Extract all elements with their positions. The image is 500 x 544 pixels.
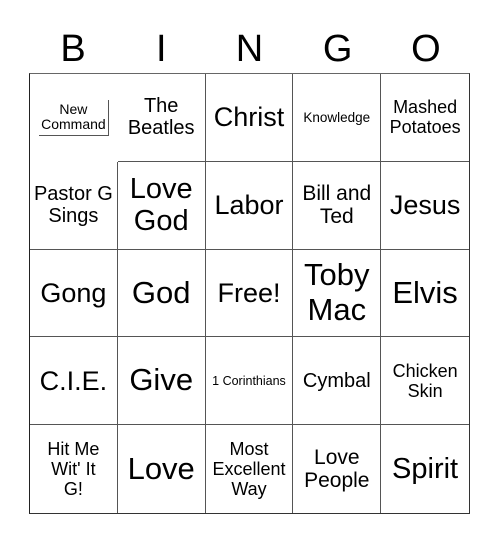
- bingo-cell[interactable]: Gong: [30, 249, 118, 338]
- bingo-cell[interactable]: Give: [117, 337, 206, 426]
- bingo-cell[interactable]: Elvis: [381, 250, 469, 338]
- bingo-cell[interactable]: Cymbal: [293, 337, 382, 426]
- bingo-cell[interactable]: Jesus: [381, 162, 469, 250]
- header-letter-o: O: [411, 28, 441, 70]
- bingo-cell[interactable]: Chicken Skin: [381, 337, 469, 426]
- bingo-cell[interactable]: Christ: [205, 74, 294, 162]
- bingo-cell[interactable]: Love People: [293, 425, 382, 513]
- bingo-cell[interactable]: Most Excellent Way: [206, 425, 294, 513]
- bingo-cell[interactable]: Labor: [205, 161, 294, 250]
- bingo-cell[interactable]: C.I.E.: [30, 337, 118, 426]
- bingo-cell[interactable]: Free!: [205, 249, 294, 338]
- bingo-cell[interactable]: Love God: [117, 161, 206, 250]
- bingo-header: B I N G O: [29, 26, 470, 72]
- bingo-grid: New Command The Beatles Christ Knowledge…: [29, 73, 470, 514]
- bingo-cell[interactable]: The Beatles: [117, 74, 206, 162]
- bingo-cell[interactable]: Hit Me Wit' It G!: [30, 425, 118, 513]
- header-letter-i: I: [156, 28, 167, 70]
- header-letter-b: B: [60, 28, 86, 70]
- bingo-cell[interactable]: Spirit: [381, 425, 469, 513]
- bingo-cell[interactable]: God: [117, 249, 206, 338]
- bingo-cell[interactable]: Love: [118, 425, 206, 513]
- bingo-cell[interactable]: 1 Corinthians: [205, 337, 294, 426]
- bingo-cell[interactable]: Knowledge: [293, 74, 382, 162]
- bingo-cell[interactable]: Toby Mac: [293, 249, 382, 338]
- bingo-cell[interactable]: Mashed Potatoes: [381, 74, 469, 162]
- header-letter-g: G: [322, 28, 353, 70]
- bingo-cell[interactable]: New Command: [38, 99, 109, 137]
- bingo-cell[interactable]: Bill and Ted: [293, 161, 382, 250]
- bingo-cell[interactable]: Pastor G Sings: [30, 161, 118, 250]
- header-letter-n: N: [235, 28, 264, 70]
